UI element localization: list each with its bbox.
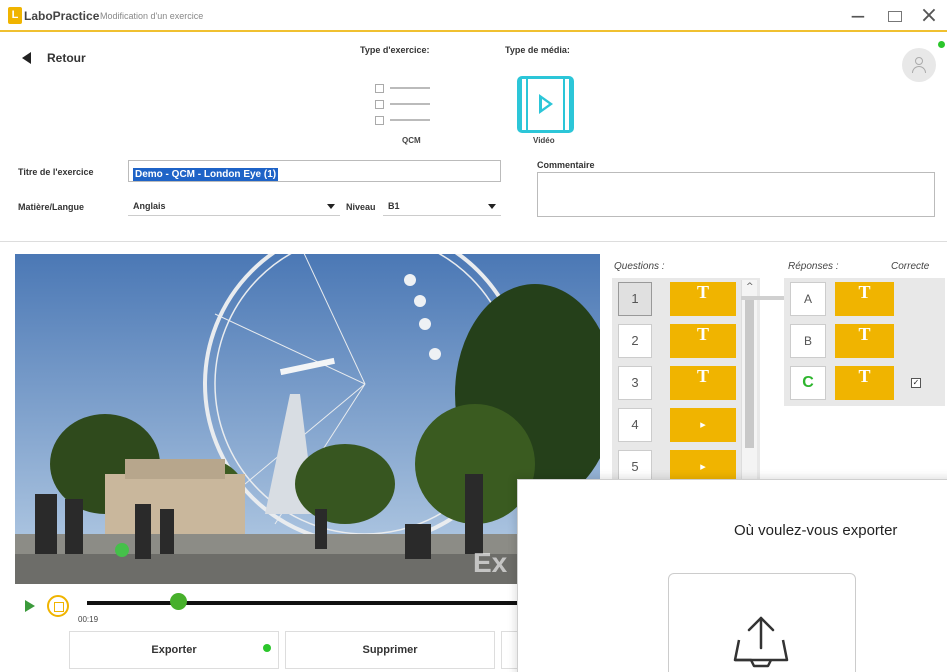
correct-checkbox[interactable]: ✓ xyxy=(911,378,921,388)
question-row[interactable]: 1 T xyxy=(618,282,750,316)
dialog-title: Où voulez-vous exporter xyxy=(734,522,898,539)
play-type-icon[interactable]: ▸ xyxy=(670,408,736,442)
subject-value: Anglais xyxy=(133,201,166,211)
answer-row[interactable]: B T xyxy=(790,324,940,358)
media-type-label: Type de média: xyxy=(505,45,570,55)
scroll-thumb[interactable] xyxy=(745,298,754,448)
answer-row[interactable]: A T xyxy=(790,282,940,316)
close-button[interactable]: × xyxy=(914,4,944,28)
online-status-dot xyxy=(938,41,945,48)
back-button[interactable]: Retour xyxy=(22,50,86,66)
title-label: Titre de l'exercice xyxy=(18,167,94,177)
delete-button[interactable]: Supprimer xyxy=(285,631,495,669)
comment-textarea[interactable] xyxy=(537,172,935,217)
answers-title: Réponses : xyxy=(788,261,839,272)
question-number[interactable]: 1 xyxy=(618,282,652,316)
window-title: Modification d'un exercice xyxy=(100,11,204,21)
upload-icon xyxy=(733,616,789,668)
app-name: LaboPractice xyxy=(24,9,100,23)
text-type-icon[interactable]: T xyxy=(835,282,894,316)
divider xyxy=(0,241,947,242)
title-bar: L LaboPractice Modification d'un exercic… xyxy=(0,0,947,32)
answers-panel: A T B T C T ✓ xyxy=(784,278,945,406)
text-type-icon[interactable]: T xyxy=(670,282,736,316)
app-window: L LaboPractice Modification d'un exercic… xyxy=(0,0,947,672)
timeline-knob[interactable] xyxy=(170,593,187,610)
qcm-icon[interactable] xyxy=(375,80,437,130)
current-time: 00:19 xyxy=(78,615,99,624)
correct-title: Correcte xyxy=(891,261,930,272)
comment-label: Commentaire xyxy=(537,160,595,170)
back-arrow-icon xyxy=(22,52,31,64)
user-icon xyxy=(915,57,923,65)
question-row[interactable]: 3 T xyxy=(618,366,750,400)
text-type-icon[interactable]: T xyxy=(835,324,894,358)
play-icon[interactable] xyxy=(25,600,35,612)
question-number[interactable]: 4 xyxy=(618,408,652,442)
stop-button[interactable] xyxy=(47,595,69,617)
minimize-button[interactable]: − xyxy=(843,4,873,28)
answer-letter[interactable]: A xyxy=(790,282,826,316)
question-number[interactable]: 3 xyxy=(618,366,652,400)
video-preview[interactable]: Ex xyxy=(15,254,600,584)
answer-row[interactable]: C T ✓ xyxy=(790,366,940,400)
player-controls: 00:19 xyxy=(15,590,607,624)
text-type-icon[interactable]: T xyxy=(835,366,894,400)
maximize-icon xyxy=(888,11,902,22)
subject-select[interactable]: Anglais xyxy=(128,196,340,216)
questions-title: Questions : xyxy=(614,261,665,272)
video-label: Vidéo xyxy=(533,136,555,145)
back-label: Retour xyxy=(47,51,86,65)
chevron-down-icon xyxy=(327,204,335,209)
user-avatar[interactable] xyxy=(902,48,936,82)
scroll-up-icon[interactable]: ^ xyxy=(746,282,754,292)
question-number[interactable]: 2 xyxy=(618,324,652,358)
level-label: Niveau xyxy=(346,202,376,212)
export-dialog: Où voulez-vous exporter xyxy=(517,479,947,672)
level-select[interactable]: B1 xyxy=(383,196,501,216)
subject-label: Matière/Langue xyxy=(18,202,85,212)
level-value: B1 xyxy=(388,201,400,211)
title-value: Demo - QCM - London Eye (1) xyxy=(133,168,279,181)
app-logo-icon: L xyxy=(8,7,22,24)
answer-letter[interactable]: C xyxy=(790,366,826,400)
maximize-button[interactable] xyxy=(880,4,910,28)
export-button[interactable]: Exporter xyxy=(69,631,279,669)
question-answer-connector xyxy=(741,296,788,300)
video-watermark: Ex xyxy=(473,547,508,578)
question-row[interactable]: 4 ▸ xyxy=(618,408,750,442)
exercise-type-label: Type d'exercice: xyxy=(360,45,430,55)
london-eye-scene: Ex xyxy=(15,254,600,584)
export-option-card[interactable] xyxy=(668,573,856,672)
video-icon[interactable] xyxy=(517,76,574,133)
question-row[interactable]: 2 T xyxy=(618,324,750,358)
title-input[interactable]: Demo - QCM - London Eye (1) xyxy=(128,160,501,182)
answer-letter[interactable]: B xyxy=(790,324,826,358)
text-type-icon[interactable]: T xyxy=(670,324,736,358)
qcm-label: QCM xyxy=(402,136,421,145)
export-status-dot xyxy=(263,644,271,652)
chevron-down-icon xyxy=(488,204,496,209)
text-type-icon[interactable]: T xyxy=(670,366,736,400)
